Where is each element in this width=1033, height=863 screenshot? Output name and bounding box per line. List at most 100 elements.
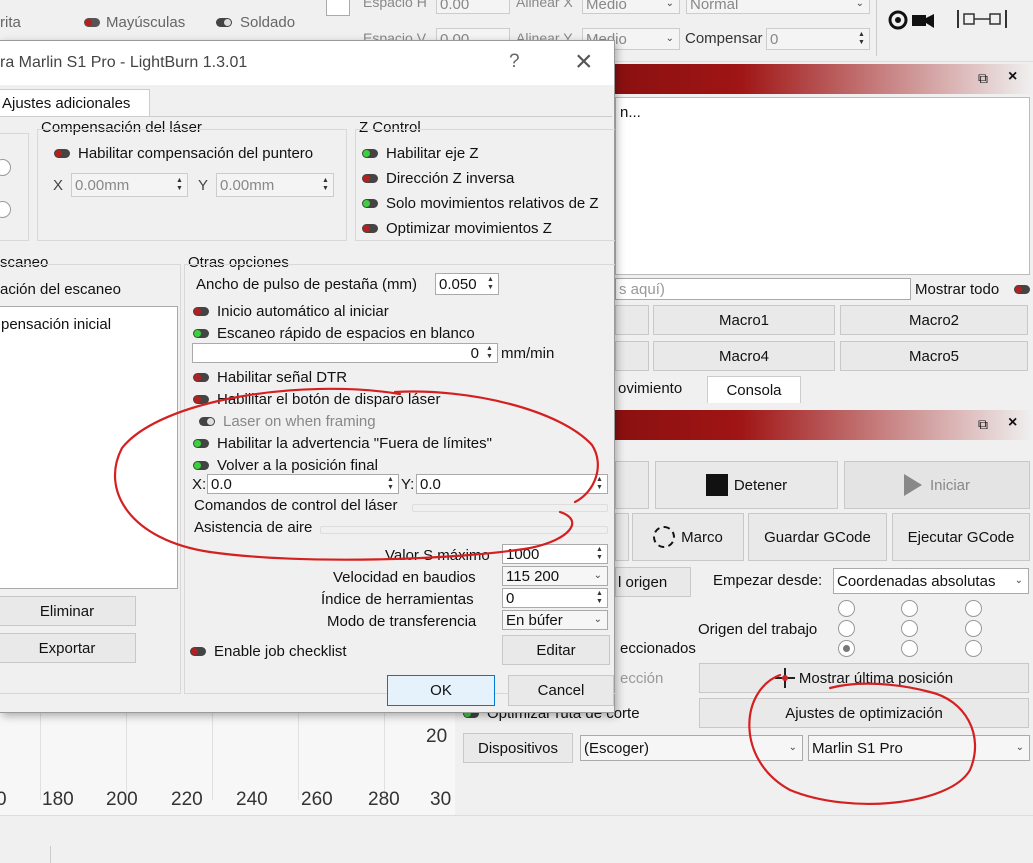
final-x-input[interactable]: 0.0 ▲ ▼ [207,474,399,494]
frame-left-button[interactable] [615,513,629,561]
tab-ajustes-adicionales[interactable]: Ajustes adicionales [0,89,150,117]
spinner-arrows-icon[interactable]: ▲ ▼ [384,476,397,492]
ok-button[interactable]: OK [387,675,495,706]
advertencia-toggle[interactable] [193,439,209,448]
empezar-desde-select[interactable]: Coordenadas absolutas ⌄ [833,568,1029,594]
camera-rotate-icon[interactable] [886,8,936,32]
ruler-tick: 280 [368,789,400,810]
dialog-titlebar: ra Marlin S1 Pro - LightBurn 1.3.01 ? × [0,41,614,85]
spinner-arrows-icon[interactable]: ▲ ▼ [593,590,606,606]
ejecutar-gcode-button[interactable]: Ejecutar GCode [892,513,1030,561]
alinear-x-label: Alinear X [516,0,573,10]
origin-radio-tc[interactable] [901,600,918,617]
macro2-button[interactable]: Macro2 [840,305,1028,335]
ancho-pulso-input[interactable]: 0.050 ▲ ▼ [435,273,499,295]
normal-select[interactable]: Normal ⌄ [686,0,870,14]
cancel-button[interactable]: Cancel [508,675,614,706]
device-settings-dialog: ra Marlin S1 Pro - LightBurn 1.3.01 ? × … [0,40,615,713]
final-y-input[interactable]: 0.0 ▲ ▼ [416,474,608,494]
senal-dtr-toggle[interactable] [193,373,209,382]
origin-radio-br[interactable] [965,640,982,657]
soldado-toggle[interactable] [216,18,232,27]
macro-button-3[interactable] [615,341,649,371]
top-field-blank[interactable] [326,0,350,16]
escaneo-rapido-toggle[interactable] [193,329,209,338]
detener-button[interactable]: Detener [655,461,838,509]
play-icon [903,474,922,496]
mostrar-todo-toggle[interactable] [1014,285,1030,294]
spinner-arrows-icon[interactable]: ▲ ▼ [484,275,497,293]
ajustes-optimizacion-button[interactable]: Ajustes de optimización [699,698,1029,728]
comp-x-input[interactable]: 0.00mm ▲ ▼ [71,173,188,197]
boton-disparo-toggle[interactable] [193,395,209,404]
origin-radio-bl[interactable] [838,640,855,657]
spinner-arrows-icon[interactable]: ▲ ▼ [855,30,868,48]
spinner-arrows-icon[interactable]: ▲ ▼ [319,175,332,195]
laser-framing-toggle[interactable] [199,417,215,426]
marco-button[interactable]: Marco [632,513,744,561]
origin-radio-ml[interactable] [838,620,855,637]
mayusculas-toggle[interactable] [84,18,100,27]
close-icon[interactable]: × [575,45,593,79]
spinner-arrows-icon[interactable]: ▲ ▼ [593,476,606,492]
align-distribute-icon[interactable] [956,8,1008,30]
tab-movimiento[interactable]: ovimiento [618,380,682,397]
volver-posicion-toggle[interactable] [193,461,209,470]
dispositivos-button[interactable]: Dispositivos [463,733,573,763]
origin-radio-tr[interactable] [965,600,982,617]
baudios-select[interactable]: 115 200 ⌄ [502,566,608,586]
ir-origen-button[interactable]: l origen [615,567,691,597]
guardar-gcode-button[interactable]: Guardar GCode [748,513,887,561]
comp-y-input[interactable]: 0.00mm ▲ ▼ [216,173,334,197]
macro5-button[interactable]: Macro5 [840,341,1028,371]
escaneo-list[interactable]: pensación inicial [0,306,178,589]
ruler-tick: 260 [301,789,333,810]
direccion-z-toggle[interactable] [362,174,378,183]
volver-posicion-label: Volver a la posición final [217,457,378,474]
float-window-icon[interactable]: ⧉ [978,70,988,87]
iniciar-button[interactable]: Iniciar [844,461,1030,509]
pause-button[interactable] [615,461,649,509]
close-icon[interactable]: × [1008,414,1017,432]
spinner-arrows-icon[interactable]: ▲ ▼ [593,546,606,562]
valor-s-input[interactable]: 1000 ▲ ▼ [502,544,608,564]
soldado-label: Soldado [240,14,296,31]
alinear-x-select[interactable]: Medio ⌄ [582,0,680,14]
port-select[interactable]: (Escoger) ⌄ [580,735,803,761]
macro-button-0[interactable] [615,305,649,335]
eje-z-toggle[interactable] [362,149,378,158]
compensar-input[interactable]: 0 ▲ ▼ [766,28,870,50]
origin-radio-bc[interactable] [901,640,918,657]
espacio-h-input[interactable]: 0.00 [436,0,510,14]
editar-button[interactable]: Editar [502,635,610,665]
origin-radio-mr[interactable] [965,620,982,637]
macro4-button[interactable]: Macro4 [653,341,835,371]
velocidad-input[interactable]: 0 ▲ ▼ [192,343,498,363]
device-select[interactable]: Marlin S1 Pro ⌄ [808,735,1030,761]
herramientas-label: Índice de herramientas [321,591,474,608]
laser-framing-label: Laser on when framing [223,413,376,430]
escaneo-rapido-label: Escaneo rápido de espacios en blanco [217,325,475,342]
spinner-arrows-icon[interactable]: ▲ ▼ [173,175,186,195]
ruler-tick: 0 [0,789,7,810]
transferencia-select[interactable]: En búfer ⌄ [502,610,608,630]
inicio-auto-toggle[interactable] [193,307,209,316]
optimizar-z-toggle[interactable] [362,224,378,233]
job-checklist-toggle[interactable] [190,647,206,656]
exportar-button[interactable]: Exportar [0,633,136,663]
eliminar-button[interactable]: Eliminar [0,596,136,626]
solo-mov-z-toggle[interactable] [362,199,378,208]
command-input[interactable]: s aquí) [615,278,911,300]
origin-radio-tl[interactable] [838,600,855,617]
list-item[interactable]: pensación inicial [1,316,111,333]
spinner-arrows-icon[interactable]: ▲ ▼ [483,345,496,361]
mostrar-ultima-button[interactable]: Mostrar última posición [699,663,1029,693]
habilitar-comp-toggle[interactable] [54,149,70,158]
herramientas-input[interactable]: 0 ▲ ▼ [502,588,608,608]
tab-consola[interactable]: Consola [707,376,801,403]
macro1-button[interactable]: Macro1 [653,305,835,335]
origin-radio-mc[interactable] [901,620,918,637]
close-icon[interactable]: × [1008,68,1017,86]
float-window-icon[interactable]: ⧉ [978,416,988,433]
help-icon[interactable]: ? [509,51,520,73]
